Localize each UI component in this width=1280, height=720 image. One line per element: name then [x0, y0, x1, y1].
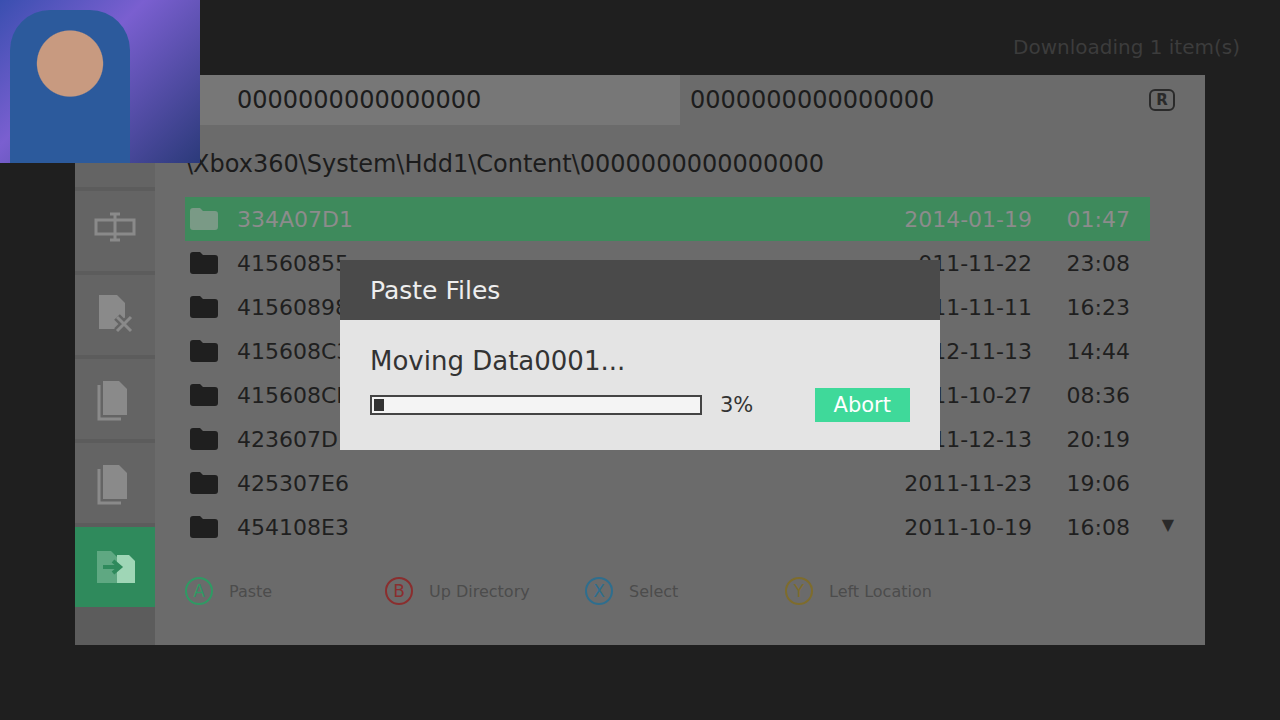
current-path: \Xbox360\System\Hdd1\Content\00000000000… [185, 125, 1150, 197]
download-status: Downloading 1 item(s) [1013, 17, 1240, 59]
folder-icon-box [190, 472, 218, 494]
folder-icon [190, 252, 218, 274]
file-name: 334A07D1 [237, 207, 904, 232]
folder-icon-box [190, 296, 218, 318]
delete-icon [93, 293, 137, 337]
controller-button-key: X [593, 581, 605, 601]
legend-item: B Up Directory [385, 577, 585, 605]
folder-icon-box [190, 252, 218, 274]
controller-button-key: A [193, 581, 205, 601]
webcam-person [10, 10, 130, 163]
move-icon [93, 545, 137, 589]
legend-label: Left Location [829, 582, 932, 601]
location-header: 0000000000000000 0000000000000000 R [75, 75, 1205, 125]
file-date: 2011-10-19 [904, 515, 1032, 540]
scroll-down-icon[interactable]: ▼ [1162, 515, 1174, 534]
folder-icon [190, 296, 218, 318]
file-row[interactable]: 454108E32011-10-1916:08▼ [185, 505, 1150, 549]
controller-button-icon: A [185, 577, 213, 605]
controller-button-key: B [393, 581, 405, 601]
legend-label: Select [629, 582, 678, 601]
folder-icon [190, 208, 218, 230]
file-name: 454108E3 [237, 515, 904, 540]
folder-icon [190, 340, 218, 362]
toolbar-button[interactable] [75, 527, 155, 607]
toolbar-button[interactable] [75, 443, 155, 523]
folder-icon-box [190, 384, 218, 406]
toolbar-button[interactable] [75, 275, 155, 355]
button-legend: A Paste B Up Directory X Select Y Left Location [185, 549, 1150, 605]
file-row[interactable]: 334A07D12014-01-1901:47 [185, 197, 1150, 241]
webcam-overlay [0, 0, 200, 163]
folder-icon [190, 516, 218, 538]
folder-icon-box [190, 516, 218, 538]
dialog-title: Paste Files [340, 260, 940, 320]
copy-icon [93, 377, 137, 421]
file-time: 08:36 [1032, 383, 1150, 408]
controller-button-icon: Y [785, 577, 813, 605]
folder-icon [190, 384, 218, 406]
folder-icon [190, 472, 218, 494]
file-row[interactable]: 425307E62011-11-2319:06 [185, 461, 1150, 505]
controller-button-key: Y [794, 581, 804, 601]
folder-icon [190, 428, 218, 450]
controller-button-icon: X [585, 577, 613, 605]
paste-icon [93, 461, 137, 505]
file-time: 16:08 [1032, 515, 1150, 540]
progress-reading: 3% [720, 393, 815, 417]
file-time: 14:44 [1032, 339, 1150, 364]
paste-files-dialog: Paste Files Moving Data0001... 3%Abort [340, 260, 940, 450]
folder-icon-box [190, 340, 218, 362]
file-time: 23:08 [1032, 251, 1150, 276]
right-location-label: 0000000000000000 [690, 86, 934, 114]
legend-label: Up Directory [429, 582, 530, 601]
left-location[interactable]: 0000000000000000 [195, 75, 680, 125]
right-bumper-badge: R [1149, 89, 1175, 111]
legend-item: Y Left Location [785, 577, 985, 605]
legend-item: X Select [585, 577, 785, 605]
controller-button-icon: B [385, 577, 413, 605]
legend-item: A Paste [185, 577, 385, 605]
file-name: 425307E6 [237, 471, 904, 496]
dialog-body: Moving Data0001... 3%Abort [340, 320, 940, 450]
rename-icon [93, 209, 137, 253]
right-location[interactable]: 0000000000000000 R [680, 75, 1205, 125]
toolbar [75, 125, 155, 645]
file-time: 20:19 [1032, 427, 1150, 452]
progress-track [370, 395, 702, 415]
file-time: 19:06 [1032, 471, 1150, 496]
toolbar-button[interactable] [75, 359, 155, 439]
legend-label: Paste [229, 582, 272, 601]
file-time: 16:23 [1032, 295, 1150, 320]
file-time: 01:47 [1032, 207, 1150, 232]
folder-icon-box [190, 208, 218, 230]
file-date: 2011-11-23 [904, 471, 1032, 496]
progress-fill [374, 399, 384, 411]
toolbar-button[interactable] [75, 191, 155, 271]
file-date: 2014-01-19 [904, 207, 1032, 232]
folder-icon-box [190, 428, 218, 450]
abort-button[interactable]: Abort [815, 388, 910, 422]
progress-row: 3%Abort [370, 388, 910, 422]
dialog-message: Moving Data0001... [370, 346, 910, 376]
